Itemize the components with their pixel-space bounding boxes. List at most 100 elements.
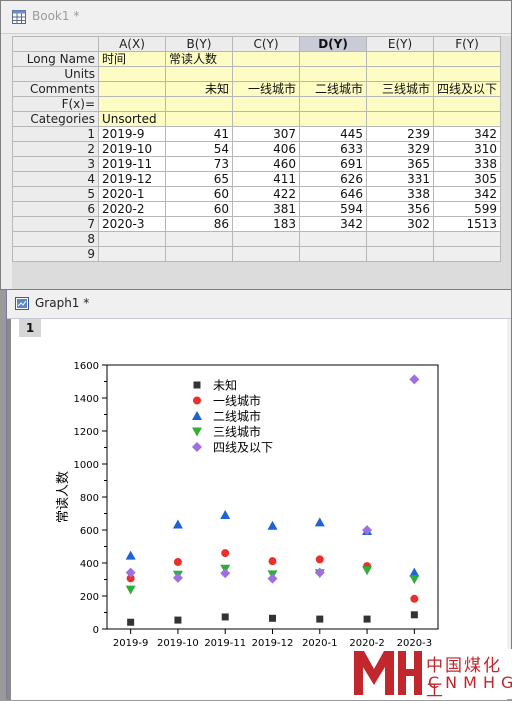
data-cell[interactable]: 365 xyxy=(366,156,434,172)
data-point[interactable] xyxy=(363,615,371,623)
meta-cell[interactable]: 时间 xyxy=(98,51,166,67)
data-cell[interactable]: 342 xyxy=(299,216,367,232)
meta-cell[interactable] xyxy=(299,66,367,82)
column-header[interactable]: A(X) xyxy=(98,36,166,52)
meta-cell[interactable] xyxy=(165,96,233,112)
data-cell[interactable]: 302 xyxy=(366,216,434,232)
data-cell[interactable]: 1513 xyxy=(432,216,502,232)
data-point[interactable] xyxy=(125,585,136,595)
data-cell[interactable]: 60 xyxy=(165,201,233,217)
data-cell[interactable]: 183 xyxy=(232,216,300,232)
data-cell[interactable]: 2019-10 xyxy=(98,141,166,157)
data-cell[interactable]: 599 xyxy=(432,201,502,217)
meta-cell[interactable] xyxy=(432,111,502,127)
data-point[interactable] xyxy=(268,557,277,566)
data-cell[interactable]: 307 xyxy=(232,126,300,142)
meta-cell[interactable] xyxy=(366,66,434,82)
data-point[interactable] xyxy=(127,618,135,626)
meta-cell[interactable] xyxy=(366,96,434,112)
legend-marker[interactable] xyxy=(192,427,202,437)
data-cell[interactable]: 2020-3 xyxy=(98,216,166,232)
meta-cell[interactable] xyxy=(299,51,367,67)
data-point[interactable] xyxy=(409,374,420,385)
data-cell[interactable]: 2019-12 xyxy=(98,171,166,187)
graph-window[interactable]: Graph1 * 1 0 200 400 600 800 1000 1200 1400 1600… xyxy=(6,289,512,700)
meta-cell[interactable]: 未知 xyxy=(165,81,233,97)
data-point[interactable] xyxy=(220,568,231,579)
meta-row-label[interactable]: Comments xyxy=(12,81,99,97)
meta-cell[interactable]: 常读人数 xyxy=(165,51,233,67)
data-cell[interactable]: 594 xyxy=(299,201,367,217)
data-cell[interactable]: 691 xyxy=(299,156,367,172)
meta-row-label[interactable]: Long Name xyxy=(12,51,99,67)
workbook-titlebar[interactable]: Book1 * xyxy=(1,1,511,34)
legend-marker[interactable] xyxy=(193,381,201,389)
data-cell[interactable]: 356 xyxy=(366,201,434,217)
row-number[interactable]: 2 xyxy=(12,141,99,157)
data-cell[interactable]: 2020-2 xyxy=(98,201,166,217)
meta-cell[interactable]: 二线城市 xyxy=(299,81,367,97)
legend-marker[interactable] xyxy=(192,442,202,452)
data-point[interactable] xyxy=(362,566,373,576)
data-cell[interactable]: 338 xyxy=(432,156,502,172)
data-cell[interactable]: 422 xyxy=(232,186,300,202)
data-cell[interactable]: 41 xyxy=(165,126,233,142)
data-point[interactable] xyxy=(221,549,230,558)
row-number[interactable]: 8 xyxy=(12,231,99,247)
data-point[interactable] xyxy=(172,572,183,583)
meta-cell[interactable] xyxy=(98,81,166,97)
data-cell[interactable]: 2020-1 xyxy=(98,186,166,202)
data-cell[interactable]: 73 xyxy=(165,156,233,172)
graph-titlebar[interactable]: Graph1 * xyxy=(7,290,511,319)
data-cell[interactable]: 646 xyxy=(299,186,367,202)
data-cell[interactable]: 2019-11 xyxy=(98,156,166,172)
meta-cell[interactable] xyxy=(165,111,233,127)
data-cell[interactable]: 633 xyxy=(299,141,367,157)
data-cell[interactable] xyxy=(366,231,434,247)
worksheet-grid[interactable]: A(X) B(Y) C(Y) D(Y) E(Y) F(Y) Long Name 时间 常读人数 U… xyxy=(12,36,511,289)
data-cell[interactable] xyxy=(432,246,502,262)
data-cell[interactable]: 626 xyxy=(299,171,367,187)
data-point[interactable] xyxy=(410,594,419,603)
meta-cell[interactable] xyxy=(232,51,300,67)
data-point[interactable] xyxy=(125,550,136,560)
meta-cell[interactable] xyxy=(232,111,300,127)
data-point[interactable] xyxy=(409,575,420,585)
row-number[interactable]: 3 xyxy=(12,156,99,172)
meta-cell[interactable] xyxy=(299,96,367,112)
data-point[interactable] xyxy=(174,616,182,624)
data-cell[interactable]: 54 xyxy=(165,141,233,157)
data-cell[interactable]: 86 xyxy=(165,216,233,232)
data-cell[interactable]: 310 xyxy=(432,141,502,157)
meta-row-label[interactable]: F(x)= xyxy=(12,96,99,112)
column-header[interactable]: F(Y) xyxy=(432,36,502,52)
column-header[interactable]: C(Y) xyxy=(232,36,300,52)
data-cell[interactable] xyxy=(165,246,233,262)
data-cell[interactable]: 342 xyxy=(432,186,502,202)
data-cell[interactable] xyxy=(299,246,367,262)
data-cell[interactable]: 2019-9 xyxy=(98,126,166,142)
data-point[interactable] xyxy=(315,555,324,564)
meta-cell[interactable] xyxy=(232,96,300,112)
data-point[interactable] xyxy=(314,517,325,527)
meta-cell[interactable] xyxy=(366,111,434,127)
meta-cell[interactable] xyxy=(232,66,300,82)
meta-cell[interactable] xyxy=(299,111,367,127)
data-point[interactable] xyxy=(267,520,278,530)
graph-page[interactable]: 1 0 200 400 600 800 1000 1200 1400 1600 2019-9 201… xyxy=(11,319,507,700)
data-point[interactable] xyxy=(172,519,183,529)
data-point[interactable] xyxy=(220,509,231,519)
column-header[interactable]: E(Y) xyxy=(366,36,434,52)
data-cell[interactable]: 305 xyxy=(432,171,502,187)
data-cell[interactable]: 329 xyxy=(366,141,434,157)
data-cell[interactable] xyxy=(98,231,166,247)
row-number[interactable]: 1 xyxy=(12,126,99,142)
data-cell[interactable] xyxy=(432,231,502,247)
column-header[interactable]: D(Y) xyxy=(299,36,367,52)
meta-row-label[interactable]: Units xyxy=(12,66,99,82)
data-cell[interactable] xyxy=(232,246,300,262)
data-cell[interactable]: 460 xyxy=(232,156,300,172)
data-point[interactable] xyxy=(267,573,278,584)
meta-cell[interactable]: Unsorted xyxy=(98,111,166,127)
row-number[interactable]: 5 xyxy=(12,186,99,202)
